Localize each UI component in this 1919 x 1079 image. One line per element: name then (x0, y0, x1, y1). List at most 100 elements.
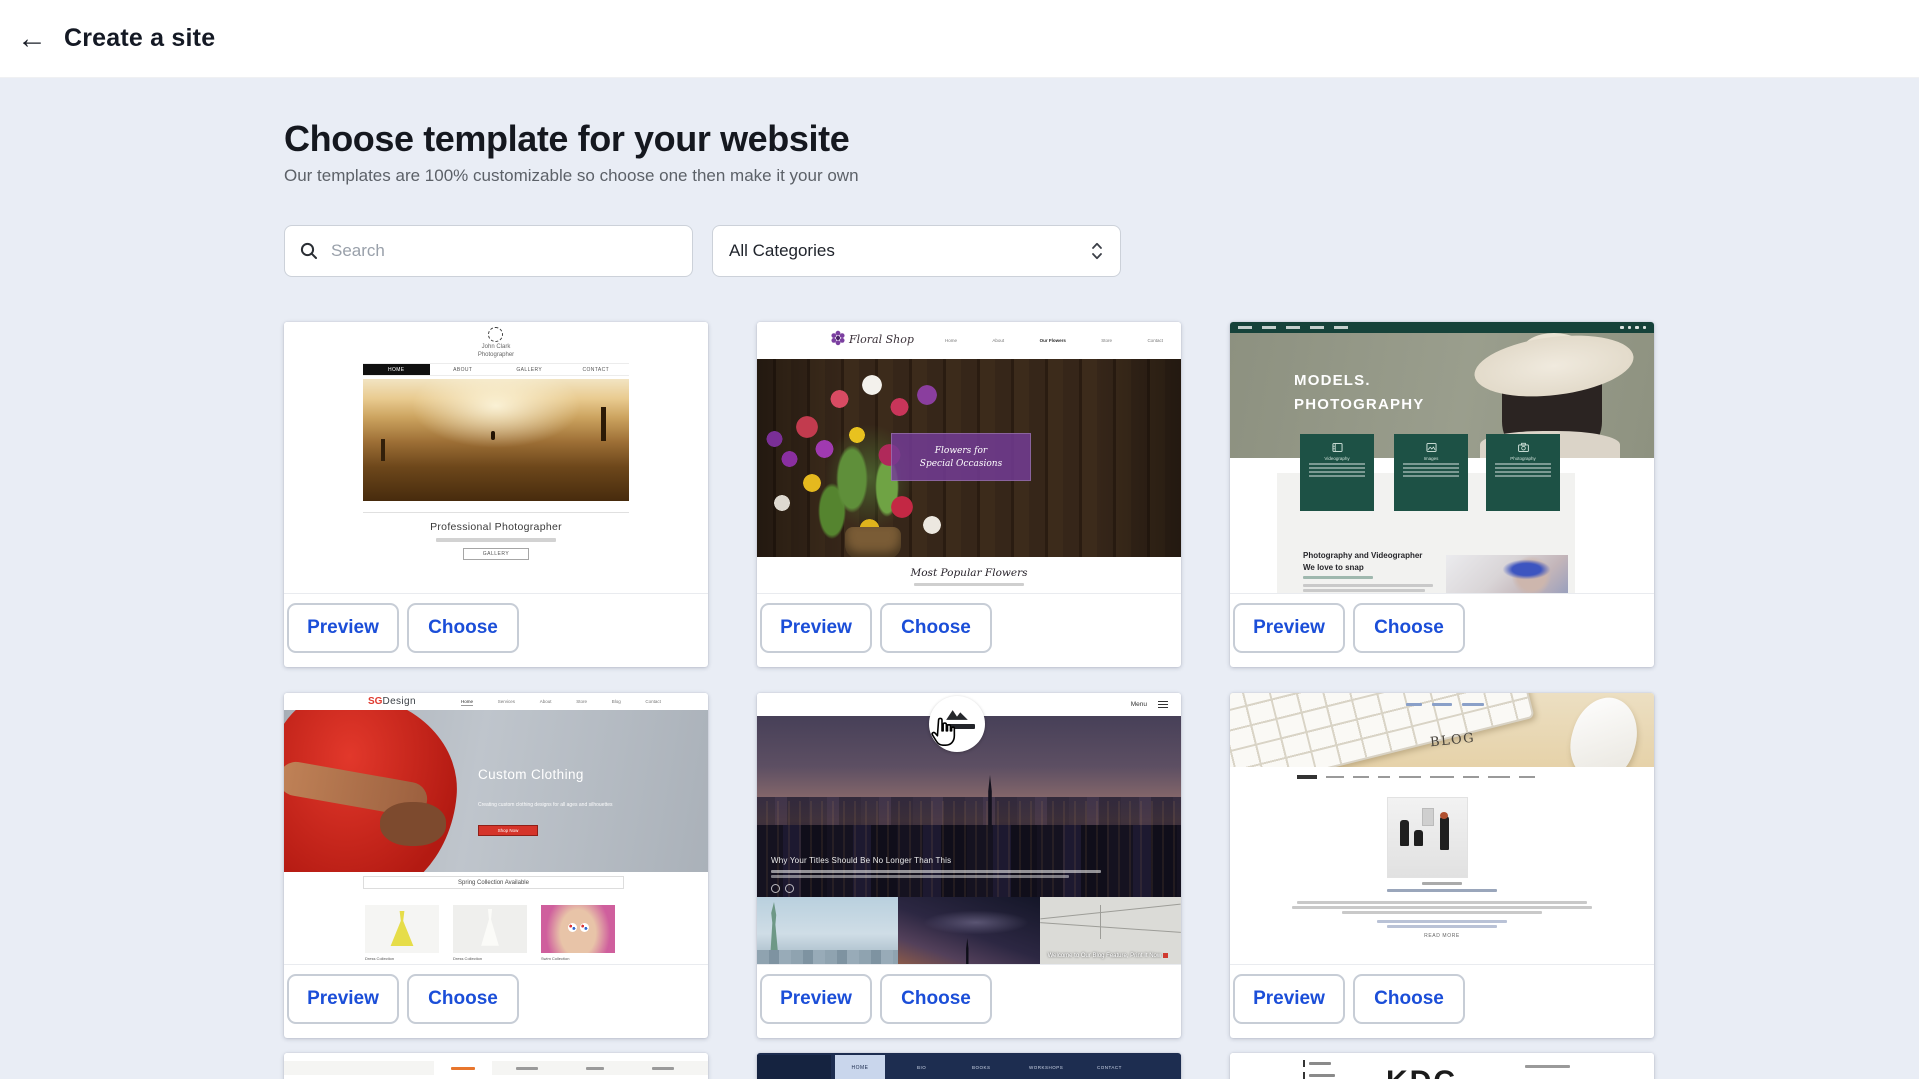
mini-nav-item: BIO (917, 1065, 926, 1070)
preview-button[interactable]: Preview (760, 974, 872, 1024)
text-line (1422, 882, 1462, 885)
choose-button[interactable]: Choose (407, 974, 519, 1024)
bikini-top (580, 923, 589, 932)
choose-button[interactable]: Choose (1353, 974, 1465, 1024)
text-line (1495, 467, 1551, 469)
mini-nav-item: Home (461, 699, 473, 706)
back-arrow-icon: ← (17, 22, 47, 56)
section-subheading: Our templates are 100% customizable so c… (284, 166, 859, 186)
mini-nav-item: Store (1101, 338, 1112, 343)
window-lights (757, 801, 1181, 897)
closeup-photo-makeup (1446, 555, 1568, 593)
thumb-statue-of-liberty (757, 897, 898, 964)
mini-section-subtitle: We love to snap (1303, 563, 1364, 572)
text-line (1399, 776, 1421, 779)
choose-button[interactable]: Choose (880, 603, 992, 653)
mini-nav-item: GALLERY (496, 364, 563, 375)
person-silhouette (1414, 830, 1423, 846)
choose-button[interactable]: Choose (1353, 603, 1465, 653)
mini-nav-item: Contact (645, 699, 661, 706)
list-bullet (1303, 1060, 1305, 1067)
city-skyline-strip (757, 950, 898, 964)
app-header: ← Create a site (0, 0, 1919, 78)
category-dropdown[interactable]: All Categories (712, 225, 1121, 277)
search-box[interactable] (284, 225, 693, 277)
text-line (1303, 589, 1425, 592)
text-line (1342, 911, 1542, 914)
mini-nav-item-active (434, 1061, 492, 1075)
mini-post-title: Why Your Titles Should Be No Longer Than… (771, 856, 951, 865)
statue-of-liberty (767, 902, 781, 952)
text-line (1309, 467, 1365, 469)
mini-navbar: Home About Our Flowers Store Contact (945, 338, 1163, 343)
preview-button[interactable]: Preview (1233, 603, 1345, 653)
text-line (1378, 776, 1390, 779)
mini-nav-item: Blog (612, 699, 621, 706)
thumb-night-sky (898, 897, 1039, 964)
template-thumbnail-models-photography[interactable]: MODELS. PHOTOGRAPHY Videography Images P… (1230, 322, 1654, 593)
text-line (1309, 1074, 1335, 1077)
computer-mouse (1562, 693, 1647, 767)
text-line (1462, 703, 1484, 706)
template-thumbnail-floral-shop[interactable]: Floral Shop Home About Our Flowers Store… (757, 322, 1181, 593)
hero-photo-keyboard-desk: BLOG (1230, 693, 1654, 767)
thumb-caption: Welcome to Our Blog Feature, Print It No… (1048, 953, 1169, 959)
red-hair (1440, 812, 1448, 819)
text-line (1403, 475, 1459, 477)
article-photo-salon (1387, 797, 1468, 878)
text-line (1387, 889, 1497, 892)
mini-nav-item: CONTACT (1097, 1065, 1122, 1070)
feature-card-label: Photography (1510, 456, 1536, 461)
feature-card: Videography (1300, 434, 1374, 511)
mini-navbar (1297, 775, 1550, 779)
mini-nav-item: WORKSHOPS (1029, 1065, 1063, 1070)
text-line (516, 1067, 538, 1070)
preview-button[interactable]: Preview (760, 603, 872, 653)
banner-text: Special Occasions (920, 459, 1002, 469)
template-thumbnail-photographer[interactable]: John Clark Photographer HOME ABOUT GALLE… (284, 322, 708, 593)
hero-title-line: MODELS. (1294, 369, 1424, 393)
mini-nav-item: ABOUT (430, 364, 497, 375)
logo-banner (939, 724, 975, 729)
text-line (1387, 925, 1497, 928)
template-thumbnail-partial-author[interactable]: HOME BIO BOOKS WORKSHOPS CONTACT (757, 1053, 1181, 1079)
mini-navbar: HOME ABOUT GALLERY CONTACT (363, 363, 629, 376)
person-silhouette (1440, 816, 1449, 850)
keyboard (1230, 693, 1535, 767)
preview-button[interactable]: Preview (287, 603, 399, 653)
chevron-up-down-icon (1090, 240, 1104, 262)
card-actions: Preview Choose (1230, 964, 1654, 1038)
hamburger-menu-icon (1158, 701, 1168, 710)
choose-button[interactable]: Choose (407, 603, 519, 653)
preview-button[interactable]: Preview (287, 974, 399, 1024)
card-actions: Preview Choose (757, 964, 1181, 1038)
card-actions: Preview Choose (284, 964, 708, 1038)
feature-card: Images (1394, 434, 1468, 511)
choose-button[interactable]: Choose (880, 974, 992, 1024)
section-heading: Choose template for your website (284, 118, 849, 160)
template-thumbnail-partial-restaurant[interactable] (284, 1053, 708, 1079)
fence-post (381, 439, 385, 461)
mini-nav-item: Services (498, 699, 515, 706)
text-line (771, 870, 1101, 873)
person-silhouette (1400, 820, 1409, 846)
mini-nav-item-active: HOME (835, 1055, 885, 1079)
search-input[interactable] (331, 241, 678, 261)
mountain-icon (944, 708, 970, 721)
template-card-photographer: John Clark Photographer HOME ABOUT GALLE… (284, 322, 708, 667)
template-thumbnail-partial-kdc[interactable]: KDC (1230, 1053, 1654, 1079)
mini-read-more-link: READ MORE (1230, 933, 1654, 939)
text-line (1430, 776, 1454, 779)
template-thumbnail-travel-blog[interactable]: Menu Why Your Titles Should Be No Longer… (757, 693, 1181, 964)
divider (363, 512, 629, 513)
mini-nav-item: Contact (1147, 338, 1163, 343)
text-line (914, 583, 1024, 586)
social-icons (1620, 326, 1646, 330)
preview-button[interactable]: Preview (1233, 974, 1345, 1024)
hero-title-line: PHOTOGRAPHY (1294, 393, 1424, 417)
red-badge (1163, 953, 1168, 958)
back-button[interactable]: ← (10, 17, 54, 61)
text-line (1297, 901, 1587, 904)
template-thumbnail-sg-design[interactable]: SGDesign Home Services About Store Blog … (284, 693, 708, 964)
template-thumbnail-keyboard-blog[interactable]: BLOG READ MORE (1230, 693, 1654, 964)
